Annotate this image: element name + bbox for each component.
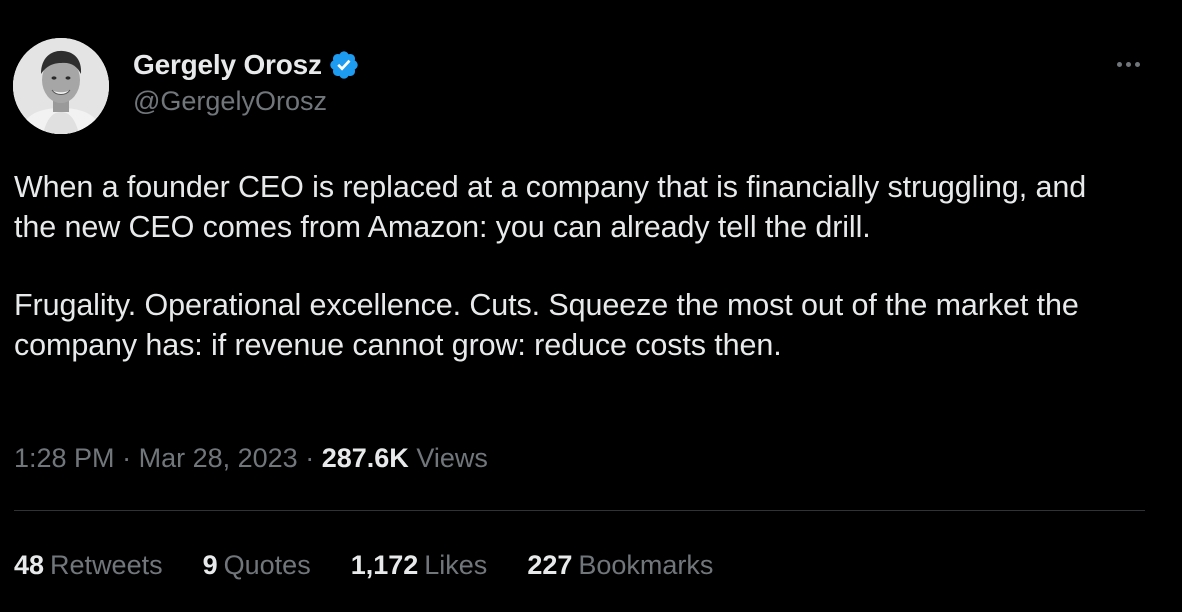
verified-badge-icon[interactable] — [328, 49, 360, 81]
user-handle[interactable]: @GergelyOrosz — [133, 84, 360, 118]
likes-stat[interactable]: 1,172 Likes — [351, 547, 488, 583]
more-options-icon[interactable] — [1108, 52, 1148, 76]
profile-photo — [13, 38, 109, 134]
tweet-meta: 1:28 PM · Mar 28, 2023 · 287.6K Views — [14, 440, 488, 476]
meta-separator: · — [305, 443, 315, 473]
views-count[interactable]: 287.6K — [322, 443, 409, 473]
more-dot — [1125, 61, 1131, 67]
quotes-stat[interactable]: 9 Quotes — [203, 547, 311, 583]
quotes-count: 9 — [202, 550, 218, 580]
more-dot — [1134, 61, 1140, 67]
tweet-date[interactable]: Mar 28, 2023 — [139, 443, 298, 473]
retweets-count: 48 — [14, 550, 45, 580]
name-row: Gergely Orosz — [133, 46, 360, 84]
retweets-label: Retweets — [50, 550, 163, 580]
tweet-time[interactable]: 1:28 PM — [14, 443, 115, 473]
tweet-body: When a founder CEO is replaced at a comp… — [14, 167, 1134, 365]
more-dot — [1116, 61, 1122, 67]
quotes-label: Quotes — [223, 550, 311, 580]
tweet-card: Gergely Orosz @GergelyOrosz When a found… — [0, 0, 1182, 612]
bookmarks-stat[interactable]: 227 Bookmarks — [527, 547, 713, 583]
likes-count: 1,172 — [350, 550, 419, 580]
display-name[interactable]: Gergely Orosz — [133, 49, 322, 81]
tweet-paragraph: When a founder CEO is replaced at a comp… — [14, 170, 1087, 244]
bookmarks-count: 227 — [527, 550, 573, 580]
author-block: Gergely Orosz @GergelyOrosz — [133, 46, 360, 118]
likes-label: Likes — [424, 550, 488, 580]
engagement-stats: 48 Retweets 9 Quotes 1,172 Likes 227 Bookmar… — [14, 547, 713, 583]
retweets-stat[interactable]: 48 Retweets — [14, 547, 163, 583]
divider — [14, 510, 1145, 511]
avatar[interactable] — [13, 38, 109, 134]
views-label: Views — [416, 443, 488, 473]
tweet-paragraph: Frugality. Operational excellence. Cuts.… — [14, 288, 1079, 362]
bookmarks-label: Bookmarks — [578, 550, 714, 580]
meta-separator: · — [122, 443, 132, 473]
